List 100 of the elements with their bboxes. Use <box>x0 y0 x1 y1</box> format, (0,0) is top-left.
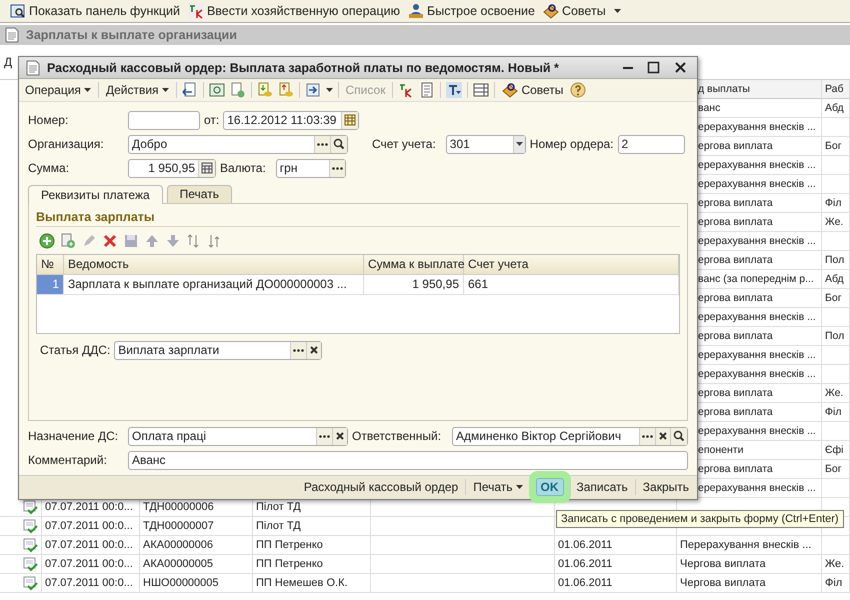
search-button[interactable] <box>330 136 347 153</box>
column-header[interactable]: Счет учета <box>464 254 679 275</box>
table-cell: Чергова виплата <box>677 574 822 593</box>
help-icon[interactable] <box>570 82 586 98</box>
debit-credit-icon[interactable] <box>398 82 414 98</box>
document-coins-icon[interactable] <box>256 82 273 98</box>
close-icon <box>658 431 668 442</box>
question-book-icon <box>542 3 559 19</box>
calendar-button[interactable] <box>341 112 358 129</box>
choose-button[interactable] <box>314 136 330 153</box>
dropdown-button[interactable] <box>512 136 525 153</box>
table-cell: Пол <box>822 251 850 270</box>
table-cell <box>822 346 850 365</box>
number-field[interactable] <box>128 110 200 130</box>
toolbar-button[interactable]: Советы <box>542 3 606 19</box>
tips-button[interactable]: Советы <box>500 82 566 98</box>
cash-flow-item-field[interactable]: Виплата зарплати <box>114 340 322 360</box>
close-button[interactable]: Закрыть <box>640 480 691 494</box>
save-button[interactable]: Записать <box>574 480 630 494</box>
calendar-icon <box>344 114 356 126</box>
question-book-icon <box>502 82 518 98</box>
responsible-field[interactable]: Админенко Віктор Сергійович <box>452 426 688 446</box>
table-cell: 01.06.2011 <box>555 574 677 593</box>
window-title-text: Зарплаты к выплате организации <box>26 28 237 42</box>
table-cell: Абд <box>822 99 850 118</box>
dots-icon <box>319 434 330 438</box>
table-cell[interactable]: Зарплата к выплате организаций ДО000000003 ... <box>64 274 364 295</box>
arrow-document-icon[interactable] <box>304 82 321 98</box>
table-cell: Пілот ТД <box>253 517 371 536</box>
table-cell: Філ <box>822 194 850 213</box>
report-icon[interactable] <box>419 82 436 98</box>
copy-add-icon[interactable] <box>60 232 76 249</box>
column-header[interactable]: Ведомость <box>64 254 364 275</box>
organization-field[interactable]: Добро <box>128 134 348 154</box>
copy-document-icon[interactable] <box>230 82 246 98</box>
column-header[interactable]: Раб <box>822 80 850 99</box>
table-cell <box>822 536 850 555</box>
amount-field[interactable]: 1 950,95 <box>128 158 216 178</box>
caret-icon <box>162 87 169 94</box>
currency-field[interactable]: грн <box>276 158 346 178</box>
document-link[interactable]: Расходный кассовый ордер <box>302 480 460 494</box>
operation-menu[interactable]: Операция <box>23 83 93 98</box>
field-label: Сумма: <box>28 161 70 176</box>
column-header[interactable]: № <box>37 254 64 275</box>
purpose-field[interactable]: Оплата праці <box>128 426 348 446</box>
caret-icon <box>84 87 91 94</box>
caret-icon <box>516 141 523 148</box>
choose-button[interactable] <box>328 160 345 177</box>
calculator-button[interactable] <box>198 160 215 177</box>
table-cell: Філ <box>822 403 850 422</box>
account-field[interactable]: 301 <box>446 134 526 154</box>
toolbar-button[interactable]: Показать панель функций <box>10 3 180 19</box>
columns-icon[interactable] <box>473 82 490 98</box>
table-cell: НШО00000005 <box>140 574 253 593</box>
toolbar-button[interactable]: Д <box>4 55 12 69</box>
choose-button[interactable] <box>316 428 332 445</box>
table-cell: 01.06.2011 <box>555 555 677 574</box>
document-coins-icon[interactable] <box>278 82 294 98</box>
clear-button[interactable] <box>655 428 670 445</box>
dots-icon <box>642 434 653 438</box>
tab[interactable]: Печать <box>166 184 232 203</box>
caret-icon <box>516 484 522 490</box>
table-cell <box>822 118 850 137</box>
clear-button[interactable] <box>332 428 347 445</box>
print-menu[interactable]: Печать <box>471 480 524 494</box>
table-cell[interactable]: 1 950,95 <box>364 274 464 295</box>
add-icon[interactable] <box>39 232 55 249</box>
field-label: Номер ордера: <box>530 137 614 152</box>
date-field[interactable]: 16.12.2012 11:03:39 <box>223 110 360 130</box>
table-cell: Же. <box>822 213 850 232</box>
actions-menu[interactable]: Действия <box>104 83 171 98</box>
table-cell: ПП Петренко <box>253 555 371 574</box>
search-button[interactable] <box>670 428 687 445</box>
table-cell: ПП Немешев О.К. <box>253 574 371 593</box>
comment-field[interactable]: Аванс <box>128 450 688 470</box>
table-cell <box>822 479 850 498</box>
delete-icon[interactable] <box>102 232 118 249</box>
order-number-field[interactable]: 2 <box>618 134 684 154</box>
group-title: Выплата зарплаты <box>36 210 680 227</box>
dots-icon <box>317 142 328 146</box>
column-header[interactable]: Сумма к выплате <box>364 254 464 275</box>
toolbar-button[interactable]: Ввести хозяйственную операцию <box>188 3 400 19</box>
table-cell <box>822 232 850 251</box>
tab[interactable]: Реквизиты платежа <box>28 184 163 204</box>
close-icon <box>309 345 320 356</box>
filter-icon[interactable] <box>446 82 462 98</box>
posted-document-icon <box>22 499 38 515</box>
clear-button[interactable] <box>306 342 322 359</box>
field-label: Организация: <box>28 137 105 152</box>
field-label: от: <box>204 113 220 128</box>
table-cell: ПП Петренко <box>253 536 371 555</box>
table-cell: Філ <box>822 574 850 593</box>
table-cell[interactable]: 661 <box>464 274 679 295</box>
table-cell: Єфі <box>822 441 850 460</box>
choose-button[interactable] <box>290 342 306 359</box>
posted-document-icon <box>22 575 38 591</box>
choose-button[interactable] <box>639 428 655 445</box>
field-label: Ответственный: <box>352 429 442 444</box>
table-cell: Бог <box>822 289 850 308</box>
toolbar-button[interactable]: Быстрое освоение <box>408 3 535 19</box>
